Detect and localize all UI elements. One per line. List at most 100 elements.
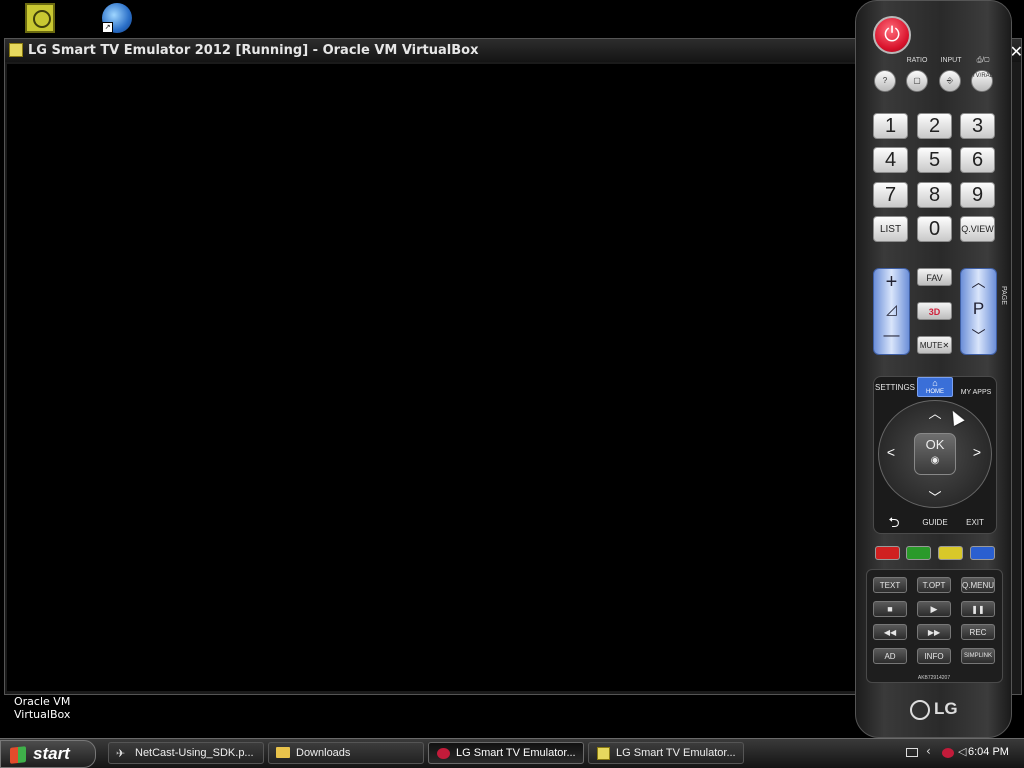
volume-up-icon[interactable]: +	[874, 269, 909, 295]
fav-label: FAV	[926, 273, 943, 283]
back-button[interactable]: ⮌	[883, 512, 905, 536]
volume-rocker[interactable]: + ◿ —	[873, 268, 910, 355]
key-5-label: 5	[928, 149, 941, 171]
ad-button[interactable]: AD	[873, 648, 907, 664]
play-button[interactable]: ▶	[917, 601, 951, 617]
play-icon: ▶	[930, 604, 938, 614]
fast-forward-button[interactable]: ▶▶	[917, 624, 951, 640]
input-icon: ⎆	[946, 76, 954, 85]
3d-button[interactable]: 3D	[917, 302, 952, 320]
ratio-button[interactable]: ▢	[906, 70, 928, 92]
exit-button[interactable]: EXIT	[960, 518, 990, 527]
task-button-downloads[interactable]: Downloads	[268, 742, 424, 764]
desktop-icon-label: Oracle VM VirtualBox	[14, 695, 94, 721]
task-button-virtualbox[interactable]: LG Smart TV Emulator...	[588, 742, 744, 764]
key-4-label: 4	[884, 149, 897, 171]
task-button-lg-emulator[interactable]: LG Smart TV Emulator...	[428, 742, 584, 764]
key-6[interactable]: 6	[960, 147, 995, 173]
mute-button[interactable]: MUTE✕	[917, 336, 952, 354]
yellow-button[interactable]	[938, 546, 963, 560]
start-button[interactable]: start	[0, 740, 96, 768]
keyboard-icon[interactable]	[906, 748, 918, 757]
info-label: INFO	[924, 652, 944, 661]
fav-button[interactable]: FAV	[917, 268, 952, 286]
fast-forward-icon: ▶▶	[927, 628, 941, 637]
key-5[interactable]: 5	[917, 147, 952, 173]
up-button[interactable]: ︿	[922, 403, 948, 422]
volume-icon[interactable]: ◁	[958, 745, 966, 758]
system-tray: ‹ ◁ 6:04 PM	[898, 741, 1024, 767]
tvrad-text: TV/RAD	[972, 73, 995, 79]
key-9-label: 9	[971, 184, 984, 206]
key-8[interactable]: 8	[917, 182, 952, 208]
guide-button[interactable]: GUIDE	[916, 518, 954, 527]
lg-tray-icon[interactable]	[942, 748, 954, 758]
stop-icon: ■	[887, 604, 893, 614]
virtualbox-desktop-icon[interactable]	[25, 3, 55, 33]
3d-label: 3D	[928, 307, 941, 317]
list-button[interactable]: LIST	[873, 216, 908, 242]
left-button[interactable]: <	[883, 444, 899, 460]
wheel-icon: ◉	[930, 455, 940, 466]
rewind-button[interactable]: ◀◀	[873, 624, 907, 640]
down-button[interactable]: ﹀	[922, 487, 948, 506]
vm-display[interactable]	[7, 64, 857, 691]
shortcut-arrow-icon: ↗	[102, 22, 113, 33]
ok-button[interactable]: OK ◉	[914, 433, 956, 475]
input-button[interactable]: ⎆	[939, 70, 961, 92]
lg-remote: ⏻ RATIO INPUT ⎙/▢ ? ▢ ⎆ TV/RAD 1 2 3 4 5…	[855, 0, 1012, 738]
task-label: NetCast-Using_SDK.p...	[135, 747, 254, 759]
key-6-label: 6	[971, 149, 984, 171]
home-label: HOME	[926, 389, 944, 395]
right-button[interactable]: >	[969, 444, 985, 460]
tray-expand-icon[interactable]: ‹	[926, 744, 931, 758]
blue-button[interactable]	[970, 546, 995, 560]
green-button[interactable]	[906, 546, 931, 560]
key-7[interactable]: 7	[873, 182, 908, 208]
qview-button[interactable]: Q.VIEW	[960, 216, 995, 242]
key-0[interactable]: 0	[917, 216, 952, 242]
key-8-label: 8	[928, 184, 941, 206]
key-4[interactable]: 4	[873, 147, 908, 173]
key-9[interactable]: 9	[960, 182, 995, 208]
start-label: start	[33, 744, 70, 763]
text-button[interactable]: TEXT	[873, 577, 907, 593]
key-2-label: 2	[928, 115, 941, 137]
simplink-button[interactable]: SIMPLINK	[961, 648, 995, 664]
help-button[interactable]: ?	[874, 70, 896, 92]
key-1[interactable]: 1	[873, 113, 908, 139]
rewind-icon: ◀◀	[883, 628, 897, 637]
channel-down-icon[interactable]: ﹀	[961, 323, 996, 349]
channel-up-icon[interactable]: ︿	[961, 269, 996, 295]
stop-button[interactable]: ■	[873, 601, 907, 617]
tvrad-label: ⎙/▢	[976, 57, 990, 64]
volume-icon: ◿	[886, 301, 897, 317]
key-3[interactable]: 3	[960, 113, 995, 139]
my-apps-button[interactable]: MY APPS	[957, 389, 995, 396]
rec-label: REC	[969, 628, 987, 637]
settings-button[interactable]: SETTINGS	[875, 383, 915, 392]
task-button-pdf[interactable]: ✈ NetCast-Using_SDK.p...	[108, 742, 264, 764]
pause-button[interactable]: ❚❚	[961, 601, 995, 617]
red-button[interactable]	[875, 546, 900, 560]
pause-icon: ❚❚	[971, 605, 985, 614]
browser-desktop-icon[interactable]: ↗	[102, 3, 132, 33]
qmenu-button[interactable]: Q.MENU	[961, 577, 995, 593]
ad-label: AD	[884, 652, 896, 661]
volume-down-icon[interactable]: —	[874, 323, 909, 349]
tvrad-button[interactable]: TV/RAD	[971, 70, 995, 92]
key-2[interactable]: 2	[917, 113, 952, 139]
help-icon: ?	[882, 76, 888, 85]
rec-button[interactable]: REC	[961, 624, 995, 640]
topt-button[interactable]: T.OPT	[917, 577, 951, 593]
info-button[interactable]: INFO	[917, 648, 951, 664]
channel-rocker[interactable]: ︿ P ﹀	[960, 268, 997, 355]
power-button[interactable]: ⏻	[873, 16, 911, 54]
window-title: LG Smart TV Emulator 2012 [Running] - Or…	[28, 43, 479, 58]
topt-label: T.OPT	[922, 581, 946, 590]
clock[interactable]: 6:04 PM	[968, 746, 1009, 758]
ratio-icon: ▢	[913, 76, 921, 85]
home-button[interactable]: ⌂ HOME	[917, 377, 953, 397]
simplink-label: SIMPLINK	[963, 653, 992, 659]
virtualbox-icon	[597, 747, 610, 760]
